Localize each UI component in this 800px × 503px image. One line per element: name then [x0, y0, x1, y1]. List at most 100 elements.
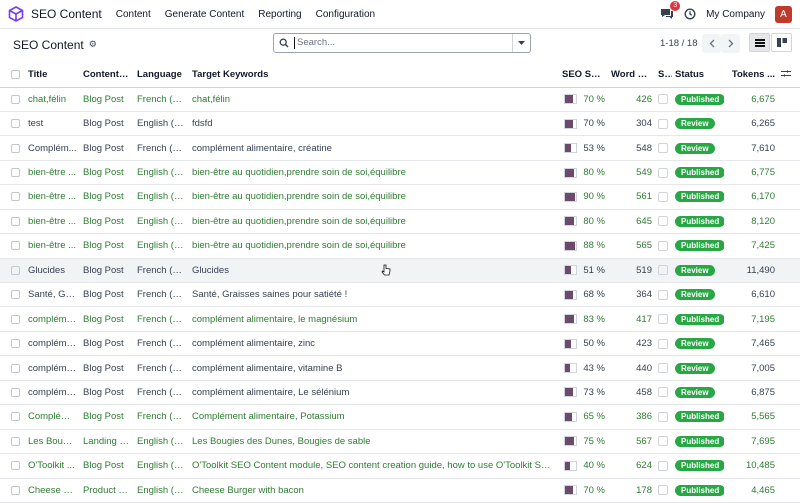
- cell-s[interactable]: [655, 331, 672, 357]
- cell-word-count[interactable]: 417: [608, 306, 655, 332]
- cell-language[interactable]: English (US): [134, 209, 189, 235]
- row-checkbox[interactable]: [11, 192, 20, 202]
- cell-title[interactable]: Complém...: [25, 135, 80, 161]
- s-checkbox[interactable]: [658, 94, 668, 105]
- table-row[interactable]: Compléme... Blog Post French (B... Compléme…: [0, 404, 800, 430]
- s-checkbox[interactable]: [658, 240, 668, 251]
- app-title[interactable]: SEO Content: [31, 7, 102, 21]
- row-checkbox[interactable]: [11, 412, 20, 422]
- cell-title[interactable]: compléme...: [25, 306, 80, 332]
- cell-s[interactable]: [655, 282, 672, 308]
- s-checkbox[interactable]: [658, 118, 668, 129]
- cell-word-count[interactable]: 519: [608, 258, 655, 284]
- cell-seo-score[interactable]: 80 %: [559, 209, 608, 235]
- s-checkbox[interactable]: [658, 143, 668, 154]
- s-checkbox[interactable]: [658, 314, 668, 325]
- cell-word-count[interactable]: 561: [608, 184, 655, 210]
- row-checkbox[interactable]: [11, 436, 20, 446]
- cell-status[interactable]: Published: [672, 453, 724, 479]
- cell-word-count[interactable]: 426: [608, 87, 655, 112]
- cell-title[interactable]: Les Bougi...: [25, 429, 80, 455]
- cell-title[interactable]: Compléme...: [25, 404, 80, 430]
- table-row[interactable]: bien-être ... Blog Post English (US) bien-ê…: [0, 184, 800, 210]
- cell-target-keywords[interactable]: O'Toolkit SEO Content module, SEO conten…: [189, 453, 559, 479]
- s-checkbox[interactable]: [658, 167, 668, 178]
- table-row[interactable]: compléme... Blog Post French (B... compléme…: [0, 331, 800, 357]
- cell-seo-score[interactable]: 70 %: [559, 87, 608, 112]
- row-checkbox[interactable]: [11, 265, 20, 275]
- cell-seo-score[interactable]: 40 %: [559, 453, 608, 479]
- column-s[interactable]: S...: [655, 63, 672, 88]
- cell-seo-score[interactable]: 73 %: [559, 380, 608, 406]
- cell-tokens[interactable]: 6,265: [724, 111, 778, 137]
- table-row[interactable]: Complém... Blog Post French (B... complémen…: [0, 135, 800, 161]
- cell-target-keywords[interactable]: complément alimentaire, zinc: [189, 331, 559, 357]
- search-options-toggle[interactable]: [512, 34, 530, 52]
- app-cube-icon[interactable]: [8, 6, 24, 22]
- cell-word-count[interactable]: 423: [608, 331, 655, 357]
- cell-language[interactable]: French (B...: [134, 306, 189, 332]
- cell-language[interactable]: English (US): [134, 160, 189, 186]
- cell-s[interactable]: [655, 111, 672, 137]
- cell-seo-score[interactable]: 65 %: [559, 404, 608, 430]
- row-select-cell[interactable]: [0, 282, 25, 308]
- cell-seo-score[interactable]: 68 %: [559, 282, 608, 308]
- cell-status[interactable]: Published: [672, 209, 724, 235]
- cell-seo-score[interactable]: 83 %: [559, 306, 608, 332]
- cell-tokens[interactable]: 8,120: [724, 209, 778, 235]
- s-checkbox[interactable]: [658, 191, 668, 202]
- cell-tokens[interactable]: 10,485: [724, 453, 778, 479]
- cell-target-keywords[interactable]: Complément alimentaire, Potassium: [189, 404, 559, 430]
- cell-word-count[interactable]: 364: [608, 282, 655, 308]
- cell-title[interactable]: bien-être ...: [25, 209, 80, 235]
- pager-value[interactable]: 1-18 / 18: [660, 38, 698, 49]
- cell-tokens[interactable]: 7,610: [724, 135, 778, 161]
- cell-target-keywords[interactable]: complément alimentaire, Le sélénium: [189, 380, 559, 406]
- column-status[interactable]: Status: [672, 63, 724, 88]
- row-checkbox[interactable]: [11, 290, 20, 300]
- cell-word-count[interactable]: 386: [608, 404, 655, 430]
- row-select-cell[interactable]: [0, 184, 25, 210]
- cell-title[interactable]: O'Toolkit ...: [25, 453, 80, 479]
- cell-word-count[interactable]: 624: [608, 453, 655, 479]
- cell-tokens[interactable]: 11,490: [724, 258, 778, 284]
- cell-language[interactable]: French (B...: [134, 355, 189, 381]
- row-select-cell[interactable]: [0, 233, 25, 259]
- search-input[interactable]: Search...: [294, 37, 512, 49]
- cell-s[interactable]: [655, 160, 672, 186]
- pager-next-button[interactable]: [721, 34, 740, 53]
- table-row[interactable]: compléme... Blog Post French (B... compléme…: [0, 306, 800, 332]
- cell-title[interactable]: test: [25, 111, 80, 137]
- cell-tokens[interactable]: 6,775: [724, 160, 778, 186]
- s-checkbox[interactable]: [658, 436, 668, 447]
- cell-word-count[interactable]: 549: [608, 160, 655, 186]
- cell-seo-score[interactable]: 90 %: [559, 184, 608, 210]
- cell-s[interactable]: [655, 135, 672, 161]
- cell-content-type[interactable]: Landing P...: [80, 429, 134, 455]
- cell-target-keywords[interactable]: bien-être au quotidien,prendre soin de s…: [189, 209, 559, 235]
- s-checkbox[interactable]: [658, 338, 668, 349]
- cell-seo-score[interactable]: 53 %: [559, 135, 608, 161]
- row-checkbox[interactable]: [11, 94, 20, 104]
- cell-content-type[interactable]: Blog Post: [80, 453, 134, 479]
- cell-s[interactable]: [655, 429, 672, 455]
- row-select-cell[interactable]: [0, 258, 25, 284]
- cell-target-keywords[interactable]: bien-être au quotidien,prendre soin de s…: [189, 160, 559, 186]
- row-checkbox[interactable]: [11, 216, 20, 226]
- row-select-cell[interactable]: [0, 331, 25, 357]
- cell-status[interactable]: Published: [672, 87, 724, 112]
- cell-status[interactable]: Published: [672, 429, 724, 455]
- cell-content-type[interactable]: Blog Post: [80, 160, 134, 186]
- cell-target-keywords[interactable]: bien-être au quotidien,prendre soin de s…: [189, 184, 559, 210]
- cell-word-count[interactable]: 567: [608, 429, 655, 455]
- cell-target-keywords[interactable]: complément alimentaire, créatine: [189, 135, 559, 161]
- table-row[interactable]: O'Toolkit ... Blog Post English (US) O'Tool…: [0, 453, 800, 479]
- s-checkbox[interactable]: [658, 460, 668, 471]
- cell-language[interactable]: French (B...: [134, 258, 189, 284]
- row-checkbox[interactable]: [11, 168, 20, 178]
- table-row[interactable]: bien-être ... Blog Post English (US) bien-ê…: [0, 209, 800, 235]
- s-checkbox[interactable]: [658, 411, 668, 422]
- column-language[interactable]: Language: [134, 63, 189, 88]
- cell-language[interactable]: English (US): [134, 429, 189, 455]
- row-select-cell[interactable]: [0, 429, 25, 455]
